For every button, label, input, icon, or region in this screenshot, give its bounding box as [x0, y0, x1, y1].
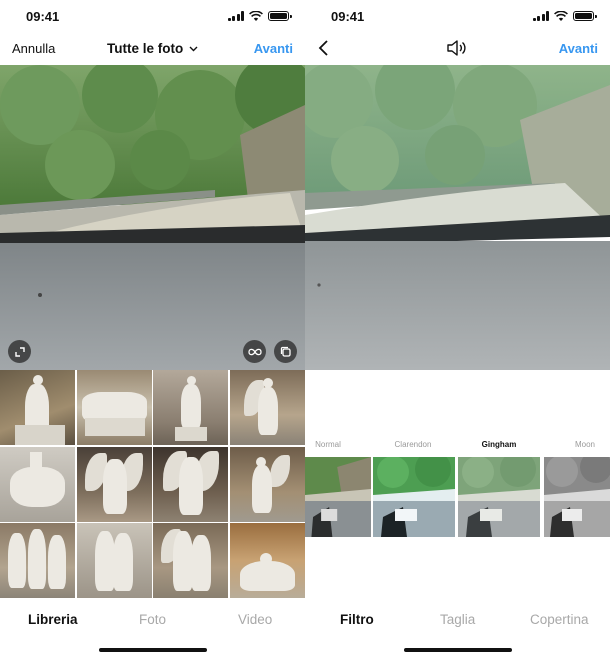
multiple-select-icon[interactable]	[274, 340, 297, 363]
next-button[interactable]: Avanti	[254, 41, 293, 56]
status-time: 09:41	[331, 9, 365, 24]
wifi-icon	[554, 11, 568, 21]
filter-label-moon: Moon	[574, 440, 595, 449]
chevron-down-icon	[189, 46, 198, 52]
infinity-icon[interactable]	[243, 340, 266, 363]
chevron-left-icon[interactable]	[317, 39, 331, 57]
status-bar: 09:41	[305, 0, 610, 32]
filter-gingham[interactable]	[458, 457, 540, 537]
filter-screen: 09:41 Avanti Normal Clarendon Gingham Mo…	[305, 0, 610, 660]
status-bar: 09:41	[0, 0, 305, 32]
selected-media-preview[interactable]	[0, 65, 305, 370]
edit-tab-bar: Filtro Taglia Copertina	[305, 600, 610, 640]
gallery-thumbnail[interactable]	[0, 370, 75, 445]
speaker-icon[interactable]	[445, 38, 469, 58]
filter-normal[interactable]	[305, 457, 371, 537]
filter-moon[interactable]	[544, 457, 610, 537]
status-icons	[532, 11, 597, 21]
filter-label-gingham: Gingham	[481, 440, 517, 449]
gallery-thumbnail[interactable]	[0, 446, 75, 522]
gallery-thumbnail[interactable]	[229, 446, 305, 522]
filter-clarendon[interactable]	[373, 457, 455, 537]
gallery-thumbnail[interactable]	[0, 523, 75, 598]
tab-library[interactable]: Libreria	[28, 612, 78, 627]
cellular-signal-icon	[227, 11, 244, 21]
battery-icon	[268, 11, 292, 21]
library-tab-bar: Libreria Foto Video	[0, 600, 305, 640]
library-nav-bar: Annulla Tutte le foto Avanti	[0, 32, 305, 65]
tab-photo[interactable]: Foto	[139, 612, 166, 627]
filtered-road-video	[305, 65, 610, 370]
video-preview[interactable]	[305, 65, 610, 370]
tab-video[interactable]: Video	[238, 612, 272, 627]
tab-filter[interactable]: Filtro	[340, 612, 374, 627]
battery-icon	[573, 11, 597, 21]
gallery-thumbnail[interactable]	[76, 370, 152, 445]
road-dashboard-photo	[0, 65, 305, 370]
cellular-signal-icon	[532, 11, 549, 21]
home-indicator	[403, 648, 512, 652]
photo-grid	[0, 370, 305, 598]
status-icons	[227, 11, 292, 21]
gallery-thumbnail[interactable]	[153, 446, 228, 522]
gallery-thumbnail[interactable]	[229, 523, 305, 598]
status-time: 09:41	[26, 9, 60, 24]
expand-icon[interactable]	[8, 340, 31, 363]
home-indicator	[98, 648, 207, 652]
library-screen: 09:41 Annulla Tutte le foto Avanti Libre…	[0, 0, 305, 660]
filter-nav-bar: Avanti	[305, 32, 610, 65]
gallery-thumbnail[interactable]	[153, 370, 228, 445]
filter-label-clarendon: Clarendon	[394, 440, 432, 449]
gallery-thumbnail[interactable]	[76, 523, 152, 598]
tab-trim[interactable]: Taglia	[440, 612, 475, 627]
album-title: Tutte le foto	[107, 41, 184, 56]
gallery-thumbnail[interactable]	[229, 370, 305, 445]
filter-strip: Normal Clarendon Gingham Moon	[305, 437, 610, 547]
gallery-thumbnail[interactable]	[76, 446, 152, 522]
gallery-thumbnail[interactable]	[153, 523, 228, 598]
wifi-icon	[249, 11, 263, 21]
tab-cover[interactable]: Copertina	[530, 612, 589, 627]
filter-label-normal: Normal	[315, 440, 341, 449]
next-button[interactable]: Avanti	[559, 41, 598, 56]
